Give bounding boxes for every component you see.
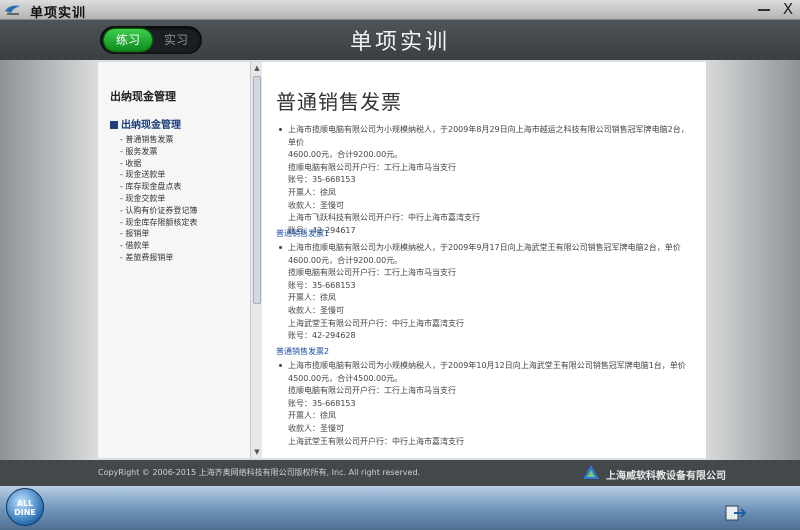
invoice-line: 揽顺电脑有限公司开户行：工行上海市马当支行 (288, 162, 456, 172)
sidebar-item[interactable]: - 认购有价证券登记簿 (120, 205, 197, 217)
sidebar-title: 出纳现金管理 (110, 90, 176, 103)
invoice-block: 上海市揽顺电脑有限公司为小规模纳税人，于2009年8月29日向上海市越运之科技有… (276, 124, 696, 237)
sidebar-menu: - 普通销售发票 - 服务发票 - 收据 - 现金送款单 - 库存现金盘点表 -… (120, 134, 197, 264)
minimize-icon[interactable] (758, 9, 770, 11)
sidebar-section-label: 出纳现金管理 (121, 120, 181, 131)
header-bar: 练习 实习 单项实训 (0, 20, 800, 60)
window-titlebar: 单项实训 X (0, 0, 800, 21)
invoice-line: 4500.00元，合计4500.00元。 (288, 373, 403, 383)
close-icon[interactable]: X (780, 0, 796, 18)
copyright-text: CopyRight © 2006-2015 上海齐奥网络科技有限公司版权所有, … (98, 468, 421, 477)
invoice-link[interactable]: 普通销售发票1 (276, 228, 696, 239)
invoice-line: 4600.00元，合计9200.00元。 (288, 255, 403, 265)
invoice-line: 开票人：徐凤 (288, 293, 336, 303)
invoice-line: 账号：35-668153 (288, 175, 356, 185)
invoice-line: 收款人：圣慢可 (288, 200, 344, 210)
footer: CopyRight © 2006-2015 上海齐奥网络科技有限公司版权所有, … (0, 460, 800, 486)
invoice-description: 上海市揽顺电脑有限公司为小规模纳税人，于2009年8月29日向上海市越运之科技有… (276, 124, 696, 149)
sidebar-section-link[interactable]: 出纳现金管理 (110, 116, 181, 131)
invoice-line: 开票人：徐凤 (288, 187, 336, 197)
sidebar-item[interactable]: - 现金库存限额核定表 (120, 217, 197, 229)
bottom-dock: ALL DINE (0, 486, 800, 530)
sidebar-item[interactable]: - 现金送款单 (120, 169, 197, 181)
invoice-line: 账号：42-294628 (288, 331, 356, 341)
sidebar-scrollbar[interactable]: ▲ ▼ (250, 62, 262, 458)
sidebar-item[interactable]: - 现金交款单 (120, 193, 197, 205)
invoice-link[interactable]: 普通销售发票2 (276, 346, 696, 357)
sidebar: 出纳现金管理 出纳现金管理 - 普通销售发票 - 服务发票 - 收据 - 现金送… (98, 62, 250, 458)
invoice-line: 上海市飞跃科技有限公司开户行：中行上海市嘉湾支行 (288, 213, 480, 223)
company-name: 上海威软科教设备有限公司 (606, 471, 726, 482)
exit-icon[interactable] (724, 504, 746, 522)
sidebar-item[interactable]: - 库存现金盘点表 (120, 181, 197, 193)
sidebar-item[interactable]: - 借款单 (120, 240, 197, 252)
page-title: 普通销售发票 (276, 90, 402, 114)
scrollbar-thumb[interactable] (253, 76, 261, 304)
invoice-line: 揽顺电脑有限公司开户行：工行上海市马当支行 (288, 268, 456, 278)
invoice-line: 揽顺电脑有限公司开户行：工行上海市马当支行 (288, 386, 456, 396)
app-logo-icon (5, 5, 20, 15)
invoice-line: 账号：35-668153 (288, 398, 356, 408)
invoice-description: 上海市揽顺电脑有限公司为小规模纳税人，于2009年9月17日向上海武堂王有限公司… (276, 242, 696, 255)
sidebar-item[interactable]: - 收据 (120, 158, 197, 170)
invoice-line: 4600.00元，合计9200.00元。 (288, 150, 403, 160)
invoice-line: 收款人：圣慢可 (288, 305, 344, 315)
invoice-line: 上海武堂王有限公司开户行：中行上海市嘉湾支行 (288, 318, 464, 328)
window-title: 单项实训 (30, 6, 87, 21)
sidebar-item[interactable]: - 报销单 (120, 228, 197, 240)
content-panel: 普通销售发票 上海市揽顺电脑有限公司为小规模纳税人，于2009年8月29日向上海… (262, 62, 706, 458)
invoice-block: 普通销售发票1 上海市揽顺电脑有限公司为小规模纳税人，于2009年9月17日向上… (276, 228, 696, 343)
invoice-block: 普通销售发票2 上海市揽顺电脑有限公司为小规模纳税人，于2009年10月12日向… (276, 346, 696, 448)
sidebar-item[interactable]: - 差旅费报销单 (120, 252, 197, 264)
sidebar-item[interactable]: - 服务发票 (120, 146, 197, 158)
folder-icon (110, 121, 118, 129)
invoice-line: 账号：35-668153 (288, 280, 356, 290)
company-logo-icon (583, 465, 599, 479)
invoice-description: 上海市揽顺电脑有限公司为小规模纳税人，于2009年10月12日向上海武堂王有限公… (276, 360, 696, 373)
invoice-line: 开票人：徐凤 (288, 411, 336, 421)
page-heading: 单项实训 (349, 30, 450, 55)
invoice-line: 上海武堂王有限公司开户行：中行上海市嘉湾支行 (288, 436, 464, 446)
sidebar-item[interactable]: - 普通销售发票 (120, 134, 197, 146)
start-button[interactable]: ALL DINE (6, 488, 44, 526)
invoice-line: 收款人：圣慢可 (288, 423, 344, 433)
